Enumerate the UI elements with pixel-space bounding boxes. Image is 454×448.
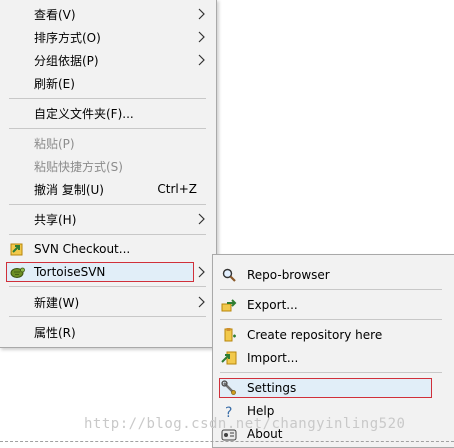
chevron-right-icon (198, 8, 205, 20)
menu-separator (220, 319, 442, 320)
tortoise-icon (10, 267, 25, 278)
menu-item-label: 共享(H) (34, 212, 77, 227)
menu-item-label: 撤消 复制(U) (34, 182, 104, 197)
menu-item-label: SVN Checkout... (34, 242, 131, 256)
menu-item-settings[interactable]: Settings (213, 377, 454, 399)
keyboard-shortcut: Ctrl+Z (157, 182, 197, 196)
watermark: http://blog.csdn.net/changyinling520 (84, 416, 406, 432)
menu-separator (220, 372, 442, 373)
menu-item-paste[interactable]: 粘贴(P) (0, 132, 216, 154)
chevron-right-icon (198, 213, 205, 225)
menu-separator (220, 289, 442, 290)
menu-separator (9, 204, 206, 205)
chevron-right-icon (198, 296, 205, 308)
menu-separator (9, 234, 206, 235)
chevron-right-icon (198, 54, 205, 66)
menu-item-tortoisesvn[interactable]: TortoiseSVN (0, 261, 216, 283)
menu-item-label: Repo-browser (247, 268, 330, 282)
menu-separator (9, 286, 206, 287)
dashed-border (0, 441, 454, 443)
menu-item-paste-shortcut[interactable]: 粘贴快捷方式(S) (0, 155, 216, 177)
menu-item-label: 分组依据(P) (34, 53, 99, 68)
menu-item-label: 查看(V) (34, 7, 76, 22)
menu-item-create-repository[interactable]: Create repository here (213, 324, 454, 346)
repo-browser-icon (222, 268, 236, 282)
menu-item-properties[interactable]: 属性(R) (0, 321, 216, 343)
menu-separator (9, 128, 206, 129)
menu-item-label: 自定义文件夹(F)... (34, 106, 134, 121)
menu-item-label: Export... (247, 298, 298, 312)
menu-separator (9, 316, 206, 317)
menu-item-export[interactable]: Export... (213, 294, 454, 316)
menu-item-customize-folder[interactable]: 自定义文件夹(F)... (0, 102, 216, 124)
menu-item-import[interactable]: Import... (213, 347, 454, 369)
menu-item-label: 排序方式(O) (34, 30, 101, 45)
menu-item-group-by[interactable]: 分组依据(P) (0, 49, 216, 71)
menu-item-label: Import... (247, 351, 299, 365)
export-icon (221, 299, 237, 312)
menu-item-view[interactable]: 查看(V) (0, 3, 216, 25)
menu-item-label: Create repository here (247, 328, 383, 342)
menu-item-refresh[interactable]: 刷新(E) (0, 72, 216, 94)
menu-item-new[interactable]: 新建(W) (0, 291, 216, 313)
menu-item-label: TortoiseSVN (34, 265, 106, 279)
create-repository-icon (224, 328, 236, 342)
menu-item-svn-checkout[interactable]: SVN Checkout... (0, 238, 216, 260)
wrench-icon (221, 380, 236, 395)
menu-item-label: 属性(R) (34, 325, 76, 340)
context-menu: 查看(V) 排序方式(O) 分组依据(P) 刷新(E) 自定义文件夹(F)...… (0, 0, 217, 348)
menu-item-repo-browser[interactable]: Repo-browser (213, 264, 454, 286)
menu-separator (9, 98, 206, 99)
menu-item-undo-copy[interactable]: 撤消 复制(U) Ctrl+Z (0, 178, 216, 200)
menu-item-label: Settings (247, 381, 297, 395)
menu-item-label: 新建(W) (34, 295, 80, 310)
menu-item-label: 粘贴(P) (34, 136, 75, 151)
menu-item-label: 粘贴快捷方式(S) (34, 159, 123, 174)
chevron-right-icon (198, 266, 205, 278)
menu-item-label: 刷新(E) (34, 76, 75, 91)
menu-item-share[interactable]: 共享(H) (0, 208, 216, 230)
import-icon (221, 351, 237, 365)
menu-item-sort-by[interactable]: 排序方式(O) (0, 26, 216, 48)
svn-checkout-icon (10, 243, 23, 256)
chevron-right-icon (198, 31, 205, 43)
